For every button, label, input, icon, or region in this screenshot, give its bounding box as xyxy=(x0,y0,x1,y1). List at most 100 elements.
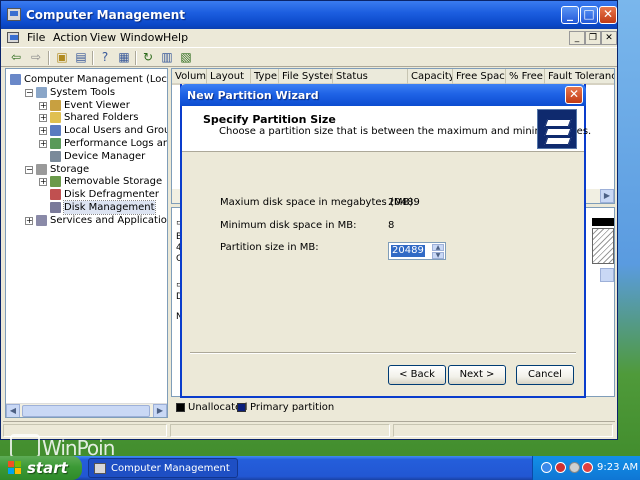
tree-item[interactable]: − System Tools xyxy=(6,86,167,99)
column-header-free-space[interactable]: Free Space xyxy=(453,69,506,85)
windows-flag-icon xyxy=(8,461,22,475)
network-icon[interactable] xyxy=(541,462,552,473)
column-header-status[interactable]: Status xyxy=(333,69,408,85)
tree-item[interactable]: Disk Management xyxy=(6,200,167,215)
column-header-volume[interactable]: Volume xyxy=(172,69,207,85)
expand-icon[interactable]: + xyxy=(25,216,33,225)
expand-icon[interactable]: + xyxy=(39,178,47,187)
minimize-icon: _ xyxy=(574,33,580,43)
tree-item[interactable]: + Event Viewer xyxy=(6,99,167,112)
scroll-thumb[interactable] xyxy=(22,405,150,417)
column-header-layout[interactable]: Layout xyxy=(207,69,251,85)
next-button[interactable]: Next > xyxy=(448,365,506,385)
forward-arrow-icon: ⇨ xyxy=(30,50,42,64)
expand-icon[interactable]: + xyxy=(39,140,47,148)
menu-file[interactable]: File xyxy=(27,31,45,44)
menu-app-icon[interactable] xyxy=(7,32,19,43)
taskbar-item-label: Computer Management xyxy=(111,463,230,474)
cancel-button[interactable]: Cancel xyxy=(516,365,574,385)
spin-down-button[interactable]: ▼ xyxy=(432,252,444,259)
tree-node-icon xyxy=(36,86,47,98)
tree-item[interactable]: + Local Users and Groups xyxy=(6,124,167,137)
alert-icon[interactable] xyxy=(582,462,593,473)
tree-horizontal-scrollbar[interactable]: ◀ ▶ xyxy=(6,403,167,417)
console-tree-icon: ▤ xyxy=(75,50,87,64)
tree-node-icon xyxy=(50,202,61,213)
security-shield-icon[interactable] xyxy=(555,462,566,473)
partition-size-label: Partition size in MB: xyxy=(220,242,319,253)
minimize-button[interactable]: _ xyxy=(561,6,579,24)
tree-item[interactable]: Computer Management (Local) xyxy=(6,73,167,86)
maximize-button[interactable]: □ xyxy=(580,6,598,24)
properties-button[interactable]: ▥ xyxy=(159,50,175,65)
wizard-close-button[interactable]: ✕ xyxy=(565,86,583,104)
scroll-left-button[interactable]: ◀ xyxy=(6,404,20,417)
menu-view[interactable]: View xyxy=(90,31,116,44)
child-restore-button[interactable]: ❐ xyxy=(585,31,601,45)
menu-window[interactable]: Window xyxy=(120,31,163,44)
tree-item[interactable]: Device Manager xyxy=(6,150,167,163)
back-button[interactable]: < Back xyxy=(388,365,446,385)
partition-size-input[interactable]: 20489 xyxy=(391,245,425,257)
taskbar-item-computer-management[interactable]: Computer Management xyxy=(88,458,238,478)
tree-item-label: Device Manager xyxy=(64,150,146,162)
back-arrow-button[interactable]: ⇦ xyxy=(8,50,24,65)
column-header-type[interactable]: Type xyxy=(251,69,279,85)
min-size-value: 8 xyxy=(388,220,395,231)
collapse-icon[interactable]: − xyxy=(25,88,33,97)
refresh-button[interactable]: ↻ xyxy=(140,50,156,65)
menu-help[interactable]: Help xyxy=(163,31,188,44)
column-header-fault-tolerance[interactable]: Fault Tolerance xyxy=(545,69,614,85)
main-title-bar[interactable]: Computer Management _ □ ✕ xyxy=(1,1,617,29)
scroll-right-button[interactable]: ▶ xyxy=(600,189,614,203)
unallocated-region[interactable] xyxy=(592,228,614,264)
column-header-percent-free[interactable]: % Free xyxy=(506,69,545,85)
wizard-heading: Specify Partition Size xyxy=(203,113,336,126)
export-list-button[interactable]: ▧ xyxy=(178,50,194,65)
tree-item[interactable]: + Shared Folders xyxy=(6,111,167,124)
tree-item[interactable]: + Performance Logs and Alerts xyxy=(6,137,167,150)
status-cell xyxy=(393,424,613,437)
tree-node-icon xyxy=(50,125,61,137)
export-icon: ▧ xyxy=(180,50,192,64)
wizard-title: New Partition Wizard xyxy=(187,89,319,102)
show-hide-tree-button[interactable]: ▤ xyxy=(73,50,89,65)
expand-icon[interactable]: + xyxy=(39,127,47,136)
up-folder-button[interactable]: ▣ xyxy=(54,50,70,65)
tree-item[interactable]: Disk Defragmenter xyxy=(6,188,167,201)
column-header-capacity[interactable]: Capacity xyxy=(408,69,453,85)
tree-item[interactable]: + Services and Applications xyxy=(6,214,167,227)
close-button[interactable]: ✕ xyxy=(599,6,617,24)
forward-arrow-button[interactable]: ⇨ xyxy=(28,50,44,65)
volume-icon[interactable] xyxy=(569,462,580,473)
tree-node-icon xyxy=(50,176,61,188)
column-header-file-system[interactable]: File System xyxy=(279,69,333,85)
chevron-up-icon: ▲ xyxy=(435,244,441,251)
wizard-title-bar[interactable]: New Partition Wizard ✕ xyxy=(180,84,586,106)
scroll-right-button[interactable]: ▶ xyxy=(153,404,167,417)
spin-up-button[interactable]: ▲ xyxy=(432,244,444,251)
graph-scroll-button[interactable] xyxy=(600,268,614,282)
view-button[interactable]: ▦ xyxy=(116,50,132,65)
tree-node-icon xyxy=(50,189,61,201)
expand-icon[interactable]: + xyxy=(39,114,47,123)
child-minimize-button[interactable]: _ xyxy=(569,31,585,45)
status-cell xyxy=(170,424,390,437)
properties-icon: ▥ xyxy=(161,50,173,64)
expand-icon[interactable]: + xyxy=(39,101,47,110)
maximize-icon: □ xyxy=(583,7,595,21)
tree-item[interactable]: + Removable Storage xyxy=(6,175,167,188)
wizard-subheading: Choose a partition size that is between … xyxy=(219,126,592,137)
help-topics-button[interactable]: ? xyxy=(97,50,113,65)
tree-node-icon xyxy=(10,74,21,85)
menu-action[interactable]: Action xyxy=(53,31,87,44)
tree-item[interactable]: − Storage xyxy=(6,163,167,176)
clock[interactable]: 9:23 AM xyxy=(597,462,638,473)
partition-size-spinner[interactable]: 20489 ▲ ▼ xyxy=(388,242,446,260)
child-close-button[interactable]: ✕ xyxy=(601,31,617,45)
toolbar-separator xyxy=(48,51,50,65)
tree-item-label: Event Viewer xyxy=(64,99,130,111)
start-button[interactable]: start xyxy=(0,456,82,480)
tree-item-label: Services and Applications xyxy=(50,214,168,226)
collapse-icon[interactable]: − xyxy=(25,165,33,174)
